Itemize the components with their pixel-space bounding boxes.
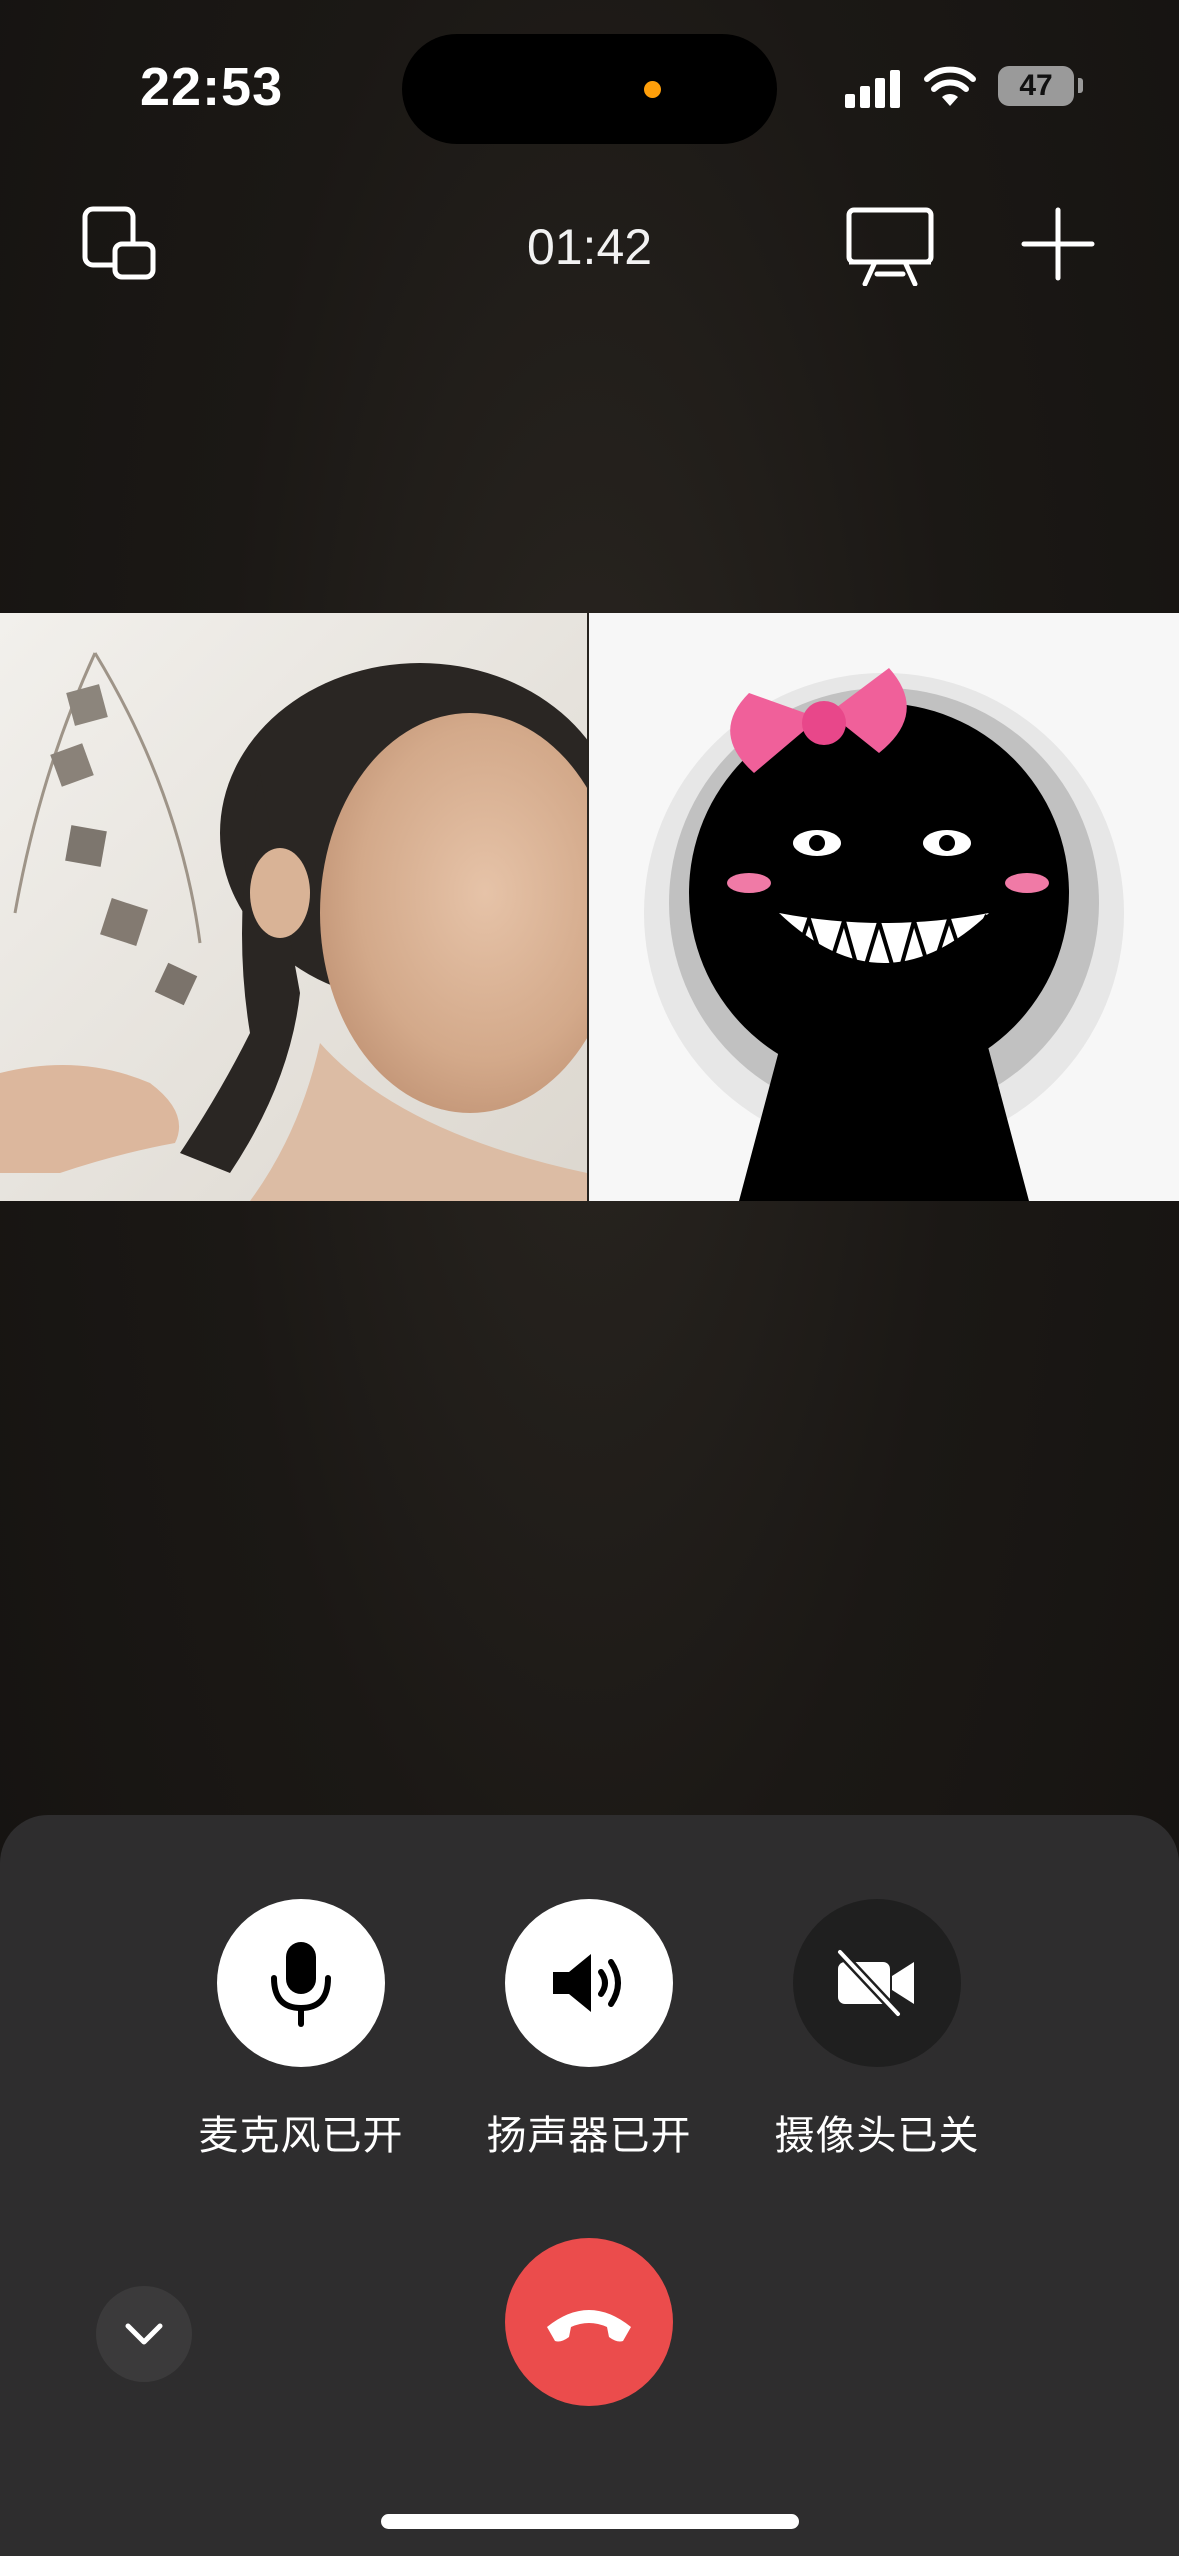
microphone-toggle-button[interactable]: [217, 1899, 385, 2067]
wifi-icon: [924, 66, 976, 106]
avatar-image: [589, 613, 1179, 1201]
camera-off-icon: [835, 1948, 914, 2018]
signal-icon: [845, 68, 905, 108]
speaker-control: 扬声器已开: [459, 1899, 719, 2161]
participant-video-tile[interactable]: [0, 613, 587, 1201]
privacy-indicator-dot: [644, 81, 661, 98]
microphone-label: 麦克风已开: [198, 2113, 404, 2159]
microphone-control: 麦克风已开: [171, 1899, 431, 2161]
collapse-panel-button[interactable]: [96, 2286, 192, 2382]
battery-icon: 47: [998, 66, 1074, 106]
call-duration: 01:42: [526, 219, 653, 275]
camera-toggle-button[interactable]: [793, 1899, 961, 2067]
dynamic-island: [402, 34, 777, 144]
microphone-icon: [271, 1942, 331, 2027]
home-indicator[interactable]: [381, 2514, 799, 2529]
add-participant-icon[interactable]: [1020, 206, 1096, 282]
video-call-screen: 22:53 47 01:42 麦克风已开 扬声器已开 摄像头已关: [0, 0, 1179, 2556]
hangup-icon: [547, 2310, 631, 2342]
chevron-down-icon: [125, 2323, 163, 2345]
participant-avatar-tile[interactable]: [589, 613, 1179, 1201]
speaker-label: 扬声器已开: [486, 2113, 692, 2159]
hangup-button[interactable]: [505, 2238, 673, 2406]
status-time: 22:53: [140, 57, 284, 117]
camera-video-frame: [0, 613, 587, 1201]
speaker-toggle-button[interactable]: [505, 1899, 673, 2067]
status-bar: 22:53 47: [0, 0, 1179, 160]
screen-share-icon[interactable]: [845, 206, 935, 286]
battery-cap: [1078, 78, 1083, 93]
camera-control: 摄像头已关: [747, 1899, 1007, 2161]
speaker-icon: [553, 1954, 621, 2012]
camera-label: 摄像头已关: [774, 2113, 980, 2159]
